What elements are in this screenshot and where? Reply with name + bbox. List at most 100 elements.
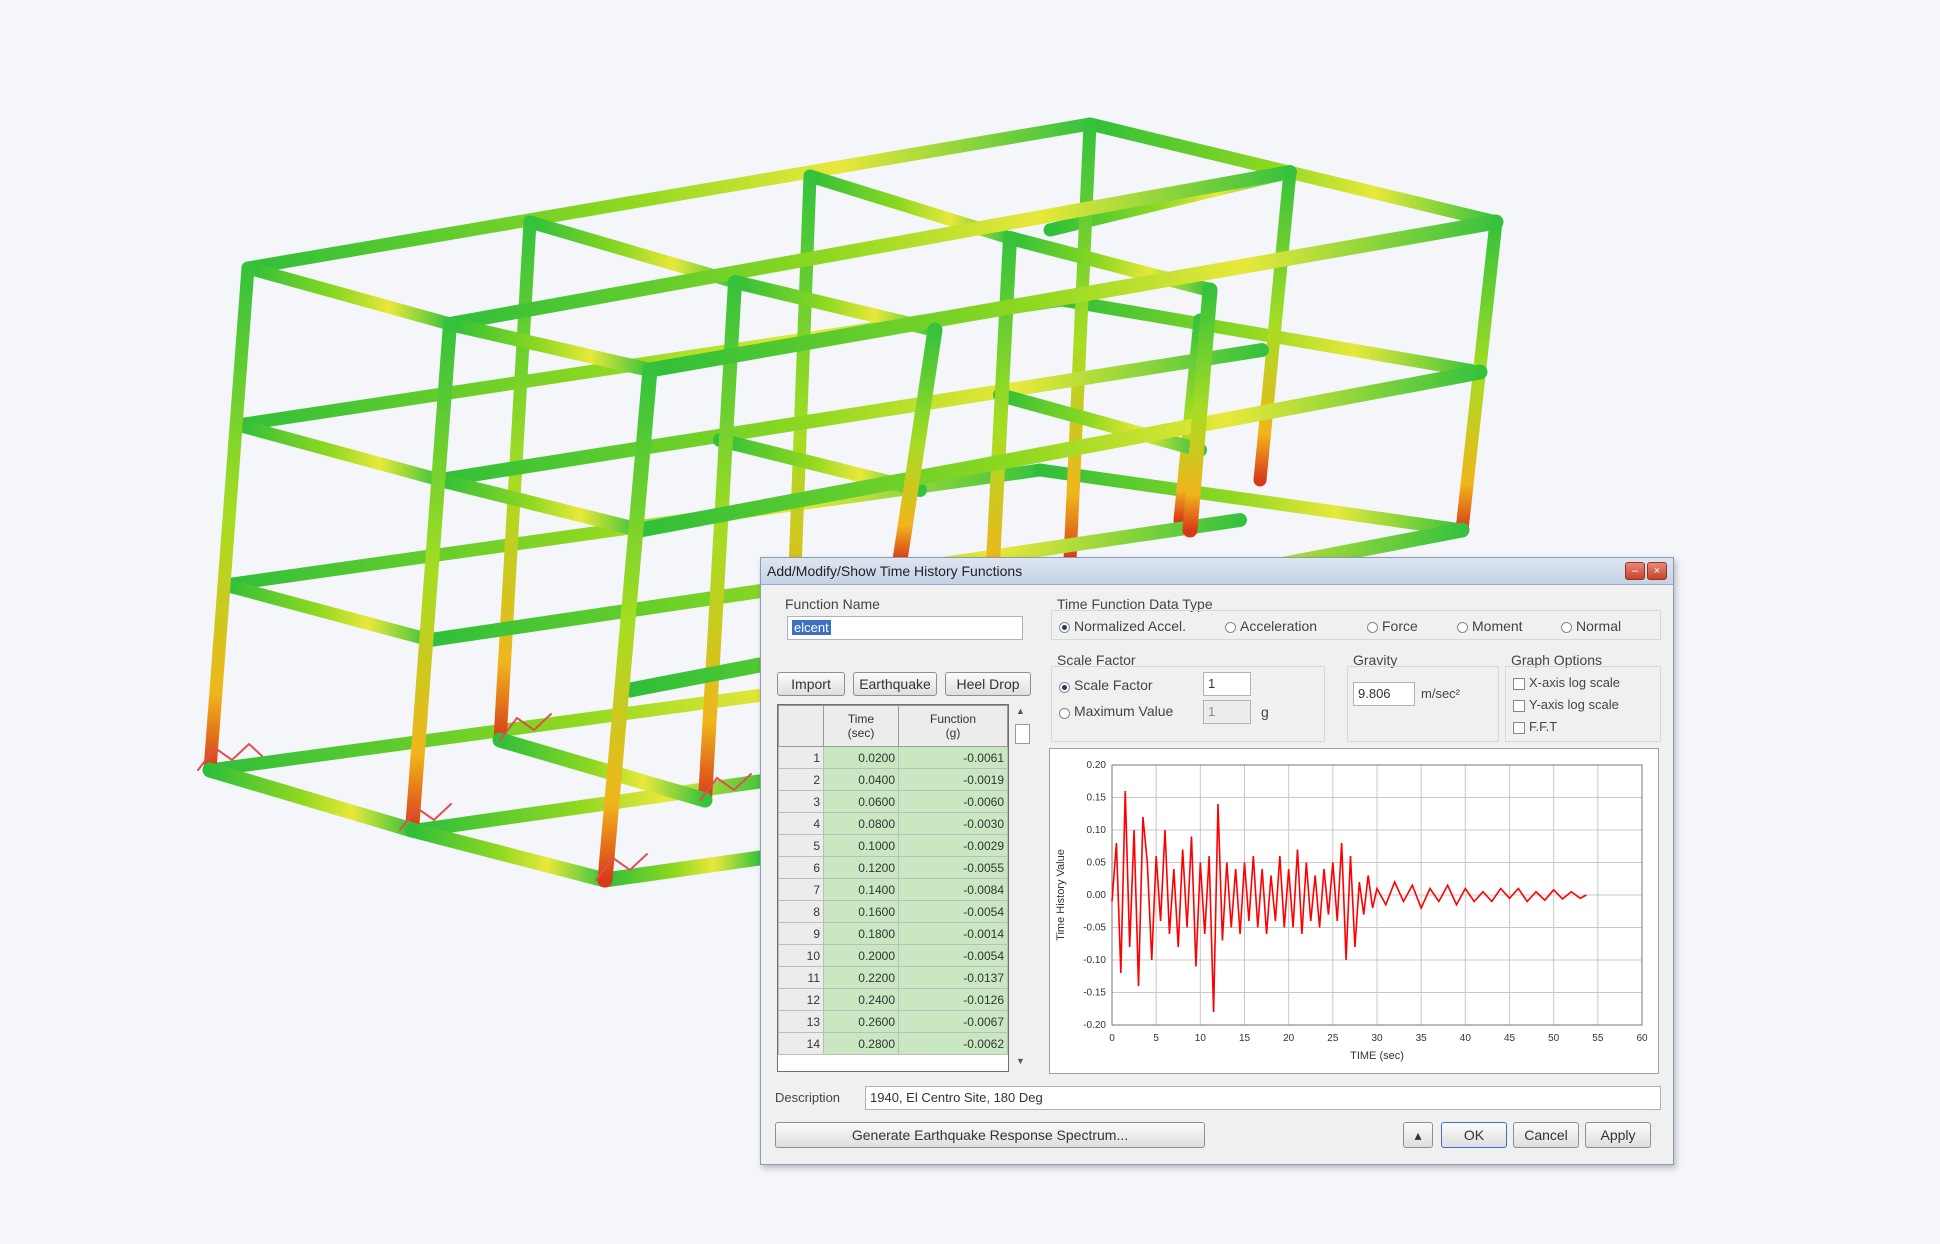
table-row[interactable]: 2 0.0400 -0.0019 [778, 768, 1008, 791]
time-cell[interactable]: 0.1800 [823, 922, 899, 945]
function-cell[interactable]: -0.0054 [898, 900, 1008, 923]
row-number-cell[interactable]: 12 [778, 988, 824, 1011]
function-cell[interactable]: -0.0137 [898, 966, 1008, 989]
time-cell[interactable]: 0.0600 [823, 790, 899, 813]
heel-drop-button[interactable]: Heel Drop [945, 672, 1031, 696]
minimize-icon[interactable]: – [1625, 562, 1645, 580]
time-cell[interactable]: 0.1400 [823, 878, 899, 901]
ok-button[interactable]: OK [1441, 1122, 1507, 1148]
description-input[interactable]: 1940, El Centro Site, 180 Deg [865, 1086, 1661, 1110]
description-label: Description [775, 1090, 841, 1105]
import-button[interactable]: Import [777, 672, 845, 696]
table-row[interactable]: 8 0.1600 -0.0054 [778, 900, 1008, 923]
time-cell[interactable]: 0.2800 [823, 1032, 899, 1055]
generate-spectrum-button[interactable]: Generate Earthquake Response Spectrum... [775, 1122, 1205, 1148]
y-tick-label: 0.05 [1087, 858, 1107, 869]
y-tick-label: 0.15 [1087, 793, 1107, 804]
fft-checkbox[interactable] [1513, 722, 1525, 734]
function-cell[interactable]: -0.0062 [898, 1032, 1008, 1055]
row-number-cell[interactable]: 7 [778, 878, 824, 901]
y-tick-label: -0.10 [1083, 955, 1106, 966]
close-icon[interactable]: × [1647, 562, 1667, 580]
radio-maximum-value[interactable] [1059, 708, 1070, 719]
function-cell[interactable]: -0.0084 [898, 878, 1008, 901]
scroll-thumb[interactable] [1015, 724, 1030, 744]
option-normal-label: Normal [1576, 618, 1622, 634]
scroll-down-icon[interactable]: ▼ [1016, 1056, 1025, 1066]
apply-button[interactable]: Apply [1585, 1122, 1651, 1148]
time-cell[interactable]: 0.1200 [823, 856, 899, 879]
row-number-cell[interactable]: 11 [778, 966, 824, 989]
time-cell[interactable]: 0.2200 [823, 966, 899, 989]
table-row[interactable]: 12 0.2400 -0.0126 [778, 988, 1008, 1011]
option-acceleration-label: Acceleration [1240, 618, 1318, 634]
row-number-cell[interactable]: 9 [778, 922, 824, 945]
maximum-value-input[interactable]: 1 [1203, 700, 1251, 724]
radio-scale-factor[interactable] [1059, 682, 1070, 693]
table-row[interactable]: 7 0.1400 -0.0084 [778, 878, 1008, 901]
function-cell[interactable]: -0.0019 [898, 768, 1008, 791]
function-cell[interactable]: -0.0055 [898, 856, 1008, 879]
time-cell[interactable]: 0.2000 [823, 944, 899, 967]
y-log-checkbox[interactable] [1513, 700, 1525, 712]
function-cell[interactable]: -0.0061 [898, 746, 1008, 769]
function-cell[interactable]: -0.0060 [898, 790, 1008, 813]
gravity-input[interactable]: 9.806 [1353, 682, 1415, 706]
row-number-cell[interactable]: 1 [778, 746, 824, 769]
function-cell[interactable]: -0.0029 [898, 834, 1008, 857]
radio-acceleration[interactable] [1225, 622, 1236, 633]
table-row[interactable]: 5 0.1000 -0.0029 [778, 834, 1008, 857]
radio-normal[interactable] [1561, 622, 1572, 633]
y-tick-label: -0.20 [1083, 1020, 1106, 1031]
time-column-header: Time (sec) [823, 705, 899, 747]
table-row[interactable]: 13 0.2600 -0.0067 [778, 1010, 1008, 1033]
function-name-input[interactable]: elcent [787, 616, 1023, 640]
function-cell[interactable]: -0.0014 [898, 922, 1008, 945]
table-row[interactable]: 10 0.2000 -0.0054 [778, 944, 1008, 967]
table-row[interactable]: 9 0.1800 -0.0014 [778, 922, 1008, 945]
time-cell[interactable]: 0.0400 [823, 768, 899, 791]
x-log-checkbox[interactable] [1513, 678, 1525, 690]
cancel-button[interactable]: Cancel [1513, 1122, 1579, 1148]
time-cell[interactable]: 0.1600 [823, 900, 899, 923]
time-cell[interactable]: 0.1000 [823, 834, 899, 857]
y-log-label: Y-axis log scale [1529, 697, 1619, 712]
row-number-cell[interactable]: 10 [778, 944, 824, 967]
x-tick-label: 50 [1548, 1033, 1560, 1044]
row-number-cell[interactable]: 13 [778, 1010, 824, 1033]
time-cell[interactable]: 0.0200 [823, 746, 899, 769]
row-number-cell[interactable]: 14 [778, 1032, 824, 1055]
table-row[interactable]: 14 0.2800 -0.0062 [778, 1032, 1008, 1055]
scroll-up-icon[interactable]: ▲ [1016, 706, 1025, 716]
table-row[interactable]: 3 0.0600 -0.0060 [778, 790, 1008, 813]
y-tick-label: -0.05 [1083, 923, 1106, 934]
radio-normalized-accel[interactable] [1059, 622, 1070, 633]
y-tick-label: -0.15 [1083, 988, 1106, 999]
row-number-cell[interactable]: 6 [778, 856, 824, 879]
help-icon[interactable]: ▴ [1403, 1122, 1433, 1148]
scale-factor-input[interactable]: 1 [1203, 672, 1251, 696]
row-number-cell[interactable]: 5 [778, 834, 824, 857]
function-cell[interactable]: -0.0054 [898, 944, 1008, 967]
table-row[interactable]: 4 0.0800 -0.0030 [778, 812, 1008, 835]
row-number-cell[interactable]: 8 [778, 900, 824, 923]
table-scrollbar[interactable]: ▲ ▼ [1013, 704, 1031, 1070]
row-number-cell[interactable]: 4 [778, 812, 824, 835]
function-cell[interactable]: -0.0030 [898, 812, 1008, 835]
time-cell[interactable]: 0.2400 [823, 988, 899, 1011]
time-cell[interactable]: 0.2600 [823, 1010, 899, 1033]
radio-moment[interactable] [1457, 622, 1468, 633]
function-cell[interactable]: -0.0067 [898, 1010, 1008, 1033]
dialog-titlebar[interactable]: Add/Modify/Show Time History Functions –… [761, 558, 1673, 585]
table-row[interactable]: 6 0.1200 -0.0055 [778, 856, 1008, 879]
radio-force[interactable] [1367, 622, 1378, 633]
function-data-table[interactable]: Time (sec) Function (g) 1 0.0200 -0.0061 2 0… [777, 704, 1009, 1072]
function-cell[interactable]: -0.0126 [898, 988, 1008, 1011]
x-tick-label: 45 [1504, 1033, 1516, 1044]
row-number-cell[interactable]: 3 [778, 790, 824, 813]
table-row[interactable]: 1 0.0200 -0.0061 [778, 746, 1008, 769]
earthquake-button[interactable]: Earthquake [853, 672, 937, 696]
time-cell[interactable]: 0.0800 [823, 812, 899, 835]
row-number-cell[interactable]: 2 [778, 768, 824, 791]
table-row[interactable]: 11 0.2200 -0.0137 [778, 966, 1008, 989]
